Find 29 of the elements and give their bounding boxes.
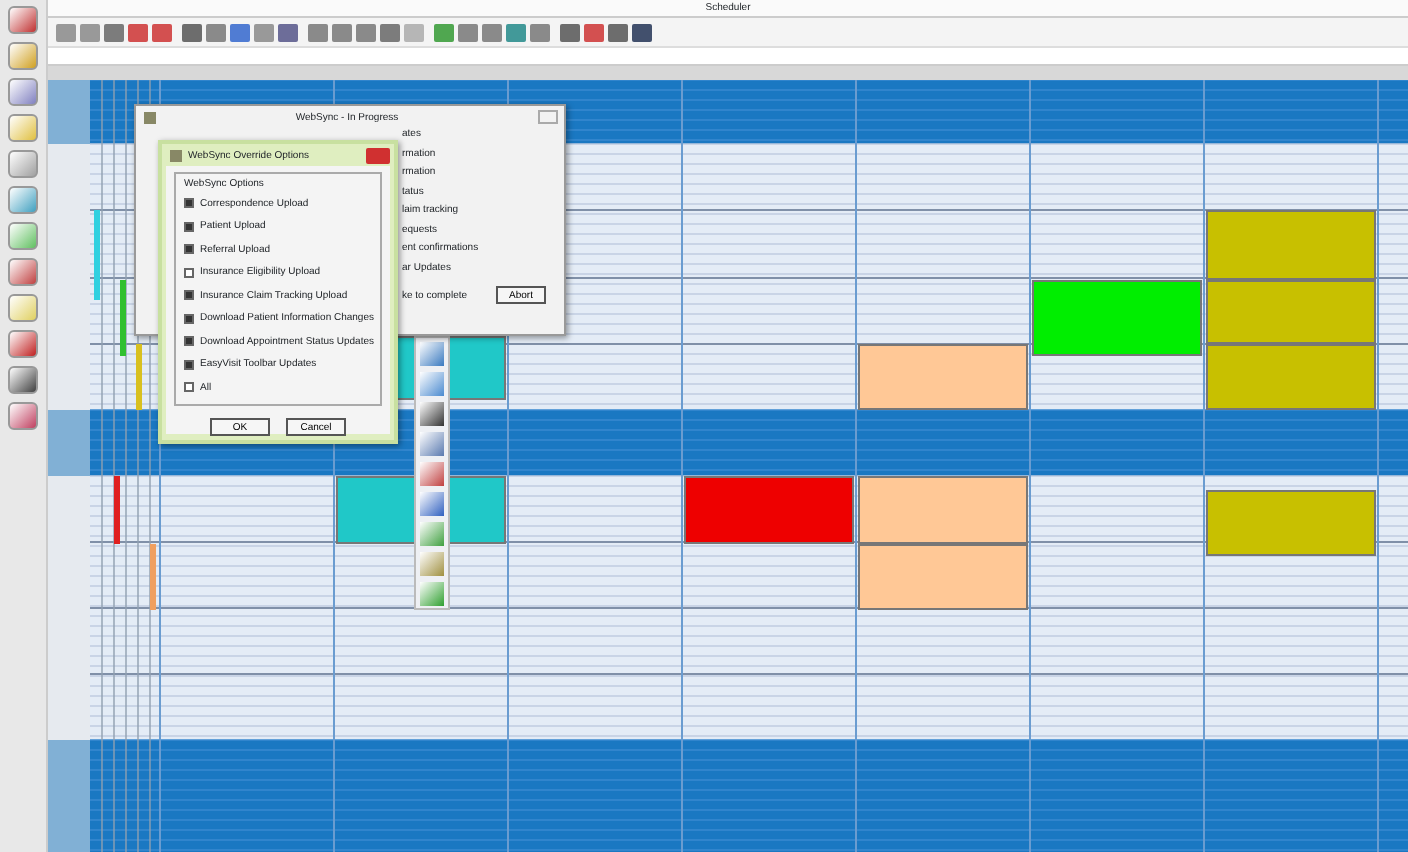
app-icon[interactable] <box>8 294 38 322</box>
app-icon[interactable] <box>8 222 38 250</box>
app-icon[interactable] <box>8 186 38 214</box>
palette-icon[interactable] <box>420 462 444 486</box>
appointment-block[interactable] <box>1032 280 1202 356</box>
appointment-block[interactable] <box>1206 344 1376 410</box>
palette-icon[interactable] <box>420 342 444 366</box>
app-icon[interactable] <box>8 42 38 70</box>
palette-icon[interactable] <box>420 492 444 516</box>
palette-icon[interactable] <box>420 432 444 456</box>
app-icon[interactable] <box>8 366 38 394</box>
app-icon[interactable] <box>8 258 38 286</box>
app-icon[interactable] <box>8 78 38 106</box>
close-button[interactable] <box>366 147 390 163</box>
window-icon <box>144 111 156 123</box>
app-icon[interactable] <box>8 114 38 142</box>
appointment-block[interactable] <box>858 544 1028 610</box>
window-icon <box>170 149 182 161</box>
appointment-block[interactable] <box>1206 490 1376 556</box>
appointment-block[interactable] <box>858 344 1028 410</box>
palette-icon[interactable] <box>420 402 444 426</box>
appointment-block[interactable] <box>858 476 1028 544</box>
appointment-block[interactable] <box>1206 280 1376 344</box>
app-icon[interactable] <box>8 330 38 358</box>
appointment-block[interactable] <box>1206 210 1376 280</box>
app-icon[interactable] <box>8 6 38 34</box>
app-icon[interactable] <box>8 150 38 178</box>
app-icon[interactable] <box>8 402 38 430</box>
close-button[interactable] <box>538 110 558 124</box>
